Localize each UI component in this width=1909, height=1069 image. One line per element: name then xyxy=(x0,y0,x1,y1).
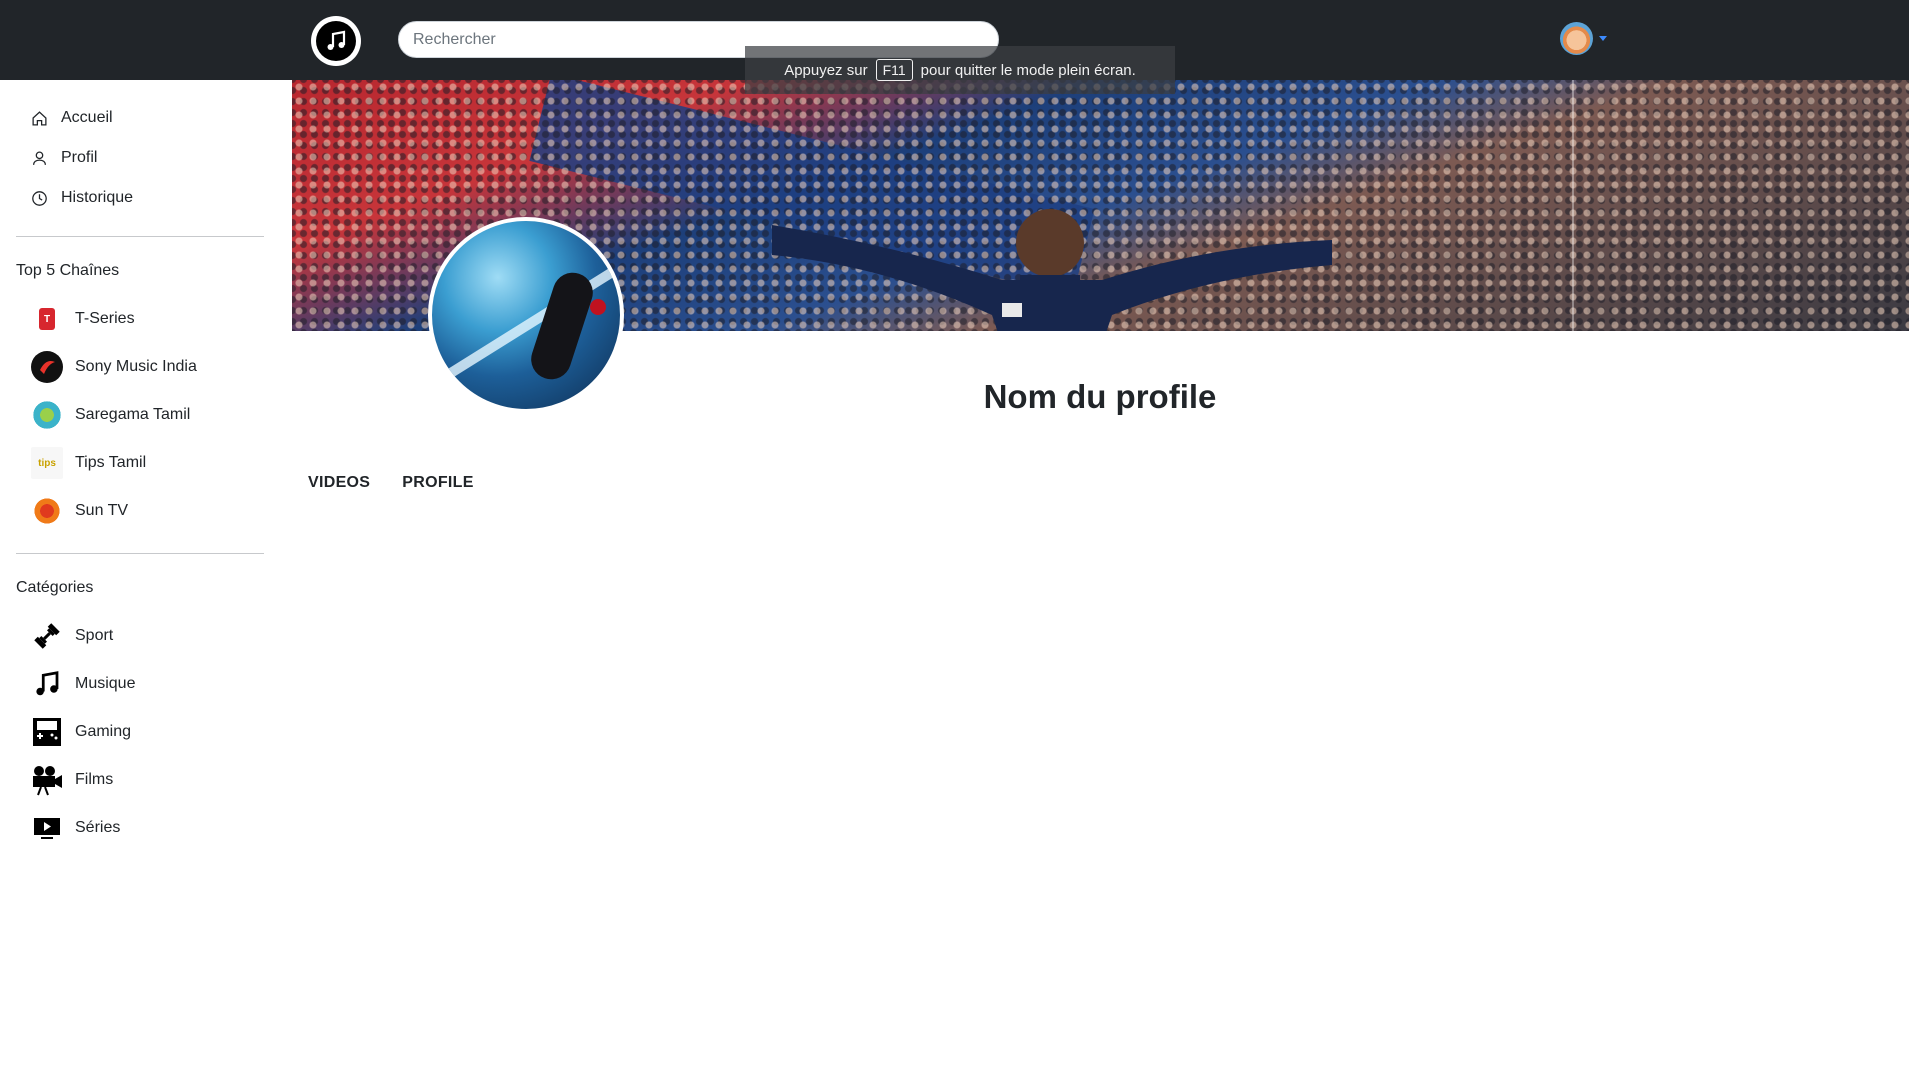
tips-tamil-logo-icon: tips xyxy=(31,447,63,479)
sidebar: Accueil Profil Historique Top 5 Chaînes … xyxy=(0,80,280,852)
profile-tabs: VIDEOS PROFILE xyxy=(308,474,474,492)
categories-title: Catégories xyxy=(16,579,94,596)
channel-item-tips-tamil[interactable]: tips Tips Tamil xyxy=(0,439,280,487)
category-label: Séries xyxy=(75,819,121,836)
sun-tv-logo-icon xyxy=(31,495,63,527)
category-label: Musique xyxy=(75,675,136,692)
clock-icon xyxy=(32,190,47,206)
music-note-icon xyxy=(316,21,356,61)
channel-item-saregama-tamil[interactable]: Saregama Tamil xyxy=(0,391,280,439)
category-item-films[interactable]: Films xyxy=(0,756,280,804)
dumbbell-icon xyxy=(31,620,63,652)
channel-label: Sony Music India xyxy=(75,358,197,375)
sony-music-logo-icon xyxy=(31,351,63,383)
tv-play-icon xyxy=(31,812,63,844)
sidebar-item-accueil[interactable]: Accueil xyxy=(0,98,280,138)
tab-videos[interactable]: VIDEOS xyxy=(308,474,370,492)
music-note-icon xyxy=(31,668,63,700)
channel-label: T-Series xyxy=(75,310,135,327)
channel-label: Sun TV xyxy=(75,502,129,519)
profile-picture[interactable] xyxy=(428,217,624,413)
top-channels-title: Top 5 Chaînes xyxy=(16,262,120,279)
sidebar-item-label: Historique xyxy=(61,189,134,206)
film-camera-icon xyxy=(31,764,63,796)
category-item-gaming[interactable]: Gaming xyxy=(0,708,280,756)
logo-button[interactable] xyxy=(311,16,361,66)
sidebar-divider xyxy=(16,236,264,237)
category-item-sport[interactable]: Sport xyxy=(0,612,280,660)
sidebar-item-label: Profil xyxy=(61,149,98,166)
chevron-down-icon xyxy=(1599,36,1607,41)
category-item-musique[interactable]: Musique xyxy=(0,660,280,708)
channel-item-sun-tv[interactable]: Sun TV xyxy=(0,487,280,535)
category-label: Sport xyxy=(75,627,114,644)
user-menu[interactable] xyxy=(1560,22,1607,55)
saregama-logo-icon xyxy=(31,399,63,431)
tab-profile[interactable]: PROFILE xyxy=(402,474,473,492)
gaming-console-icon xyxy=(31,716,63,748)
home-icon xyxy=(32,110,47,126)
sidebar-divider xyxy=(16,553,264,554)
channel-item-t-series[interactable]: T T-Series xyxy=(0,295,280,343)
avatar[interactable] xyxy=(1560,22,1593,55)
fullscreen-toast-prefix: Appuyez sur xyxy=(784,61,868,79)
sidebar-item-profil[interactable]: Profil xyxy=(0,138,280,178)
t-series-logo-icon: T xyxy=(39,308,55,330)
category-item-series[interactable]: Séries xyxy=(0,804,280,852)
fullscreen-toast-suffix: pour quitter le mode plein écran. xyxy=(920,61,1136,79)
fullscreen-toast: Appuyez sur F11 pour quitter le mode ple… xyxy=(745,46,1175,94)
channel-item-sony-music-india[interactable]: Sony Music India xyxy=(0,343,280,391)
user-icon xyxy=(33,150,46,165)
channel-label: Saregama Tamil xyxy=(75,406,191,423)
channel-label: Tips Tamil xyxy=(75,454,147,471)
category-label: Films xyxy=(75,771,114,788)
sidebar-item-historique[interactable]: Historique xyxy=(0,178,280,218)
banner-player-image xyxy=(772,209,1332,331)
profile-name: Nom du profile xyxy=(983,378,1217,415)
f11-key: F11 xyxy=(875,59,913,81)
sidebar-item-label: Accueil xyxy=(61,109,113,126)
category-label: Gaming xyxy=(75,723,132,740)
